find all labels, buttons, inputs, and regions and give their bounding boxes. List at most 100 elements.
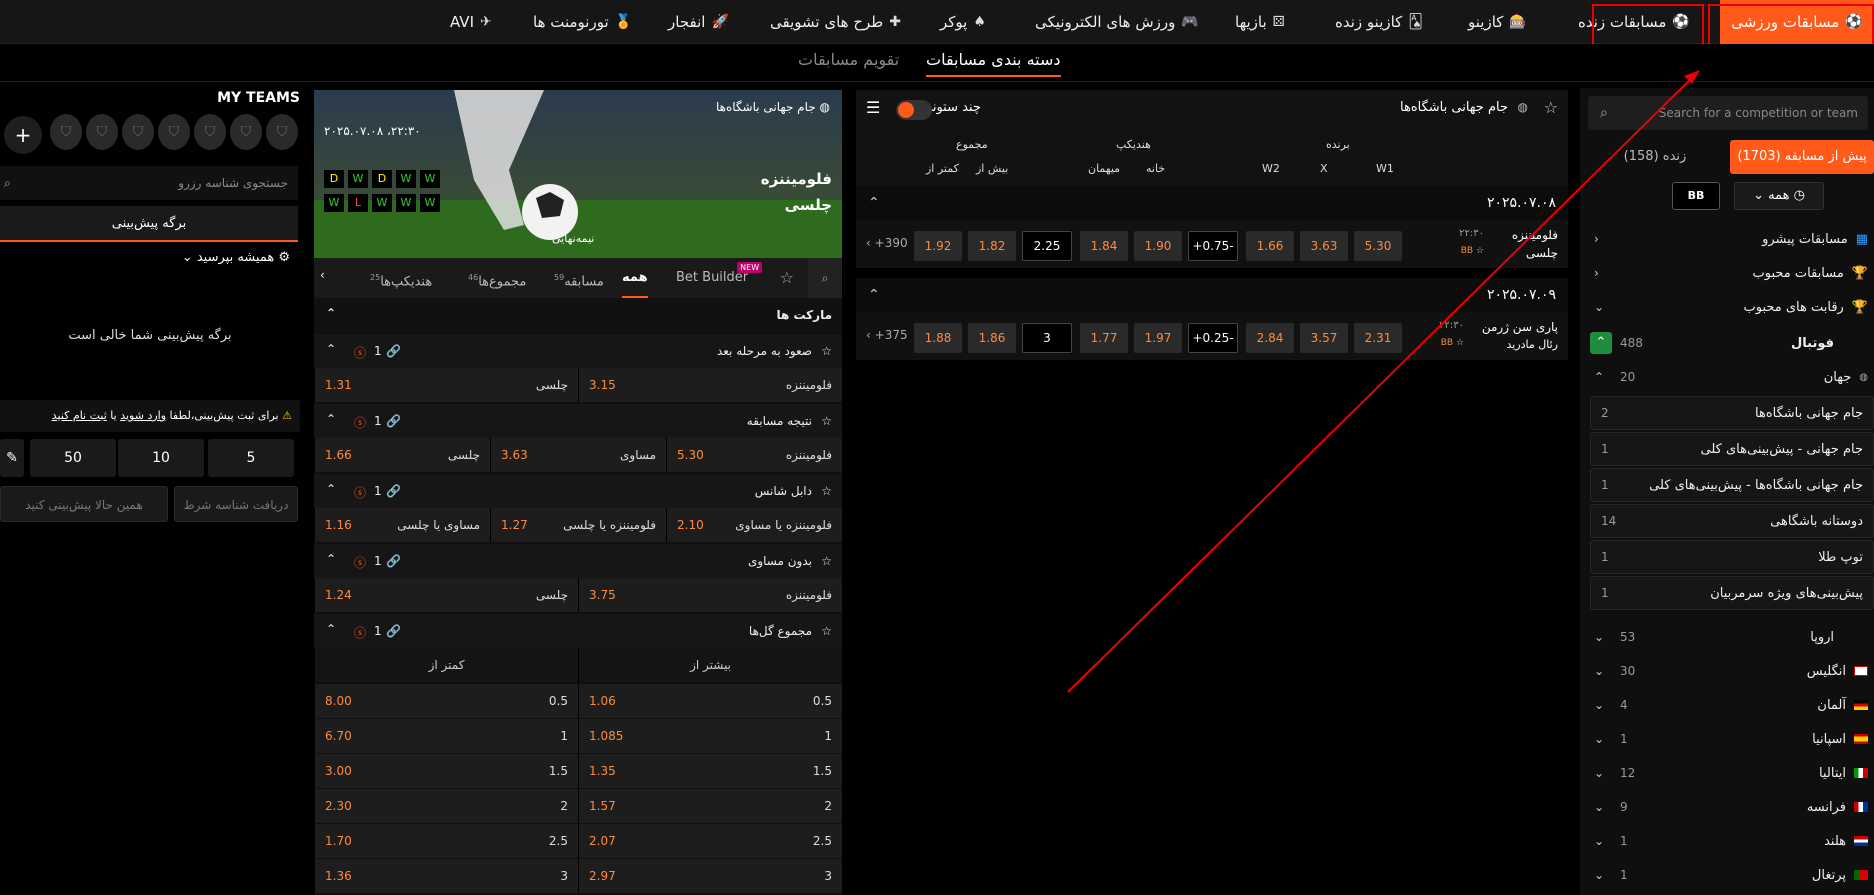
place-bet-button[interactable]: همین حالا پیش‌بینی کنید xyxy=(0,486,168,522)
shield-icon[interactable]: ⛉ xyxy=(194,114,226,150)
stake-preset-5[interactable]: 5 xyxy=(208,439,294,477)
odd-cell[interactable]: فلومیننزه 3.15 xyxy=(578,368,842,402)
odd-cell[interactable]: 1.5 3.00 xyxy=(314,754,578,788)
star-icon[interactable]: ☆ xyxy=(1544,98,1558,117)
login-link[interactable]: وارد شوید xyxy=(120,409,166,422)
list-item[interactable]: جام جهانی باشگاه‌ها 2 xyxy=(1590,396,1874,430)
star-icon[interactable]: ☆ xyxy=(1456,338,1464,348)
nav-crash[interactable]: 🚀 انفجار xyxy=(668,0,729,44)
nav-games[interactable]: ⚄ بازیها xyxy=(1235,0,1285,44)
odd-cell[interactable]: 3 1.36 xyxy=(314,859,578,893)
list-item[interactable]: توپ طلا 1 xyxy=(1590,540,1874,574)
register-link[interactable]: ثبت نام کنید xyxy=(52,409,107,422)
odd-cell[interactable]: چلسی 1.66 xyxy=(314,438,490,472)
tab-match[interactable]: مسابقه59 xyxy=(554,258,604,298)
tab-totals[interactable]: مجموع‌ها46 xyxy=(468,258,526,298)
sidebar-item-football[interactable]: فوتبال 488 ⌃ xyxy=(1580,326,1874,360)
stake-preset-10[interactable]: 10 xyxy=(118,439,204,477)
odd-under[interactable]: 1.92 xyxy=(914,231,962,261)
odd-over[interactable]: 1.82 xyxy=(968,231,1016,261)
sidebar-item-france[interactable]: فرانسه 9 ⌄ xyxy=(1580,790,1874,824)
odd-w1[interactable]: 2.31 xyxy=(1354,323,1402,353)
date-header[interactable]: ۲۰۲۵.۰۷.۰۸ ⌃ xyxy=(856,186,1568,220)
sidebar-item-popular-competitions[interactable]: 🏆 رقابت های محبوب ⌄ xyxy=(1580,290,1874,324)
nav-tournaments[interactable]: 🏅 تورنومنت ها xyxy=(533,0,632,44)
odd-home[interactable]: 1.90 xyxy=(1134,231,1182,261)
odd-cell[interactable]: 0.5 8.00 xyxy=(314,684,578,718)
odd-cell[interactable]: 1 1.085 xyxy=(578,719,842,753)
table-row[interactable]: پاری سن ژرمن رئال مادرید ۲۲:۳۰ BB ☆ 2.31… xyxy=(856,312,1568,360)
odd-over[interactable]: 1.86 xyxy=(968,323,1016,353)
multi-column-toggle[interactable] xyxy=(896,100,932,120)
odd-cell[interactable]: 2 2.30 xyxy=(314,789,578,823)
odd-cell[interactable]: 1.5 1.35 xyxy=(578,754,842,788)
odd-home[interactable]: 1.97 xyxy=(1134,323,1182,353)
nav-casino[interactable]: 🎰 کازینو xyxy=(1468,0,1527,44)
nav-live-casino[interactable]: 🂡 کازینو زنده xyxy=(1335,0,1423,44)
edit-stake-button[interactable]: ✎ xyxy=(0,439,24,477)
nav-avi[interactable]: ✈ AVI xyxy=(450,0,492,44)
stake-preset-50[interactable]: 50 xyxy=(30,439,116,477)
tab-match-calendar[interactable]: تقویم مسابقات xyxy=(798,50,899,75)
tab-live[interactable]: زنده (158) xyxy=(1580,140,1730,174)
odd-cell[interactable]: چلسی 1.31 xyxy=(314,368,578,402)
more-markets-link[interactable]: ‹ +390 xyxy=(866,236,908,250)
sidebar-item-spain[interactable]: اسپانیا 1 ⌄ xyxy=(1580,722,1874,756)
shield-icon[interactable]: ⛉ xyxy=(266,114,298,150)
odd-away[interactable]: 1.77 xyxy=(1080,323,1128,353)
odd-cell[interactable]: 2 1.57 xyxy=(578,789,842,823)
table-row[interactable]: فلومیننزه چلسی ۲۲:۳۰ BB ☆ 5.30 3.63 1.66… xyxy=(856,220,1568,268)
odd-away[interactable]: 1.84 xyxy=(1080,231,1128,261)
star-icon[interactable]: ☆ xyxy=(1476,246,1484,256)
sidebar-item-england[interactable]: انگلیس 30 ⌄ xyxy=(1580,654,1874,688)
nav-promotions[interactable]: ✚ طرح های تشویقی xyxy=(770,0,901,44)
booking-search-input[interactable]: جستجوی شناسه رزرو ⌕ xyxy=(0,166,298,200)
odd-cell[interactable]: 0.5 1.06 xyxy=(578,684,842,718)
tab-betslip[interactable]: برگه پیش‌بینی xyxy=(0,206,298,242)
chevron-left-icon[interactable]: ‹ xyxy=(320,268,325,282)
odd-cell[interactable]: فلومیننزه یا چلسی 1.27 xyxy=(490,508,666,542)
shield-icon[interactable]: ⛉ xyxy=(230,114,262,150)
tab-all[interactable]: همه xyxy=(622,258,648,298)
get-bet-id-button[interactable]: دریافت شناسه شرط xyxy=(174,486,298,522)
date-header[interactable]: ۲۰۲۵.۰۷.۰۹ ⌃ xyxy=(856,278,1568,312)
odd-cell[interactable]: 2.5 1.70 xyxy=(314,824,578,858)
tab-prematch[interactable]: پیش از مسابقه (1703) xyxy=(1730,140,1874,174)
odd-w2[interactable]: 2.84 xyxy=(1246,323,1294,353)
shield-icon[interactable]: ⛉ xyxy=(86,114,118,150)
time-filter-dropdown[interactable]: ◷ همه ⌄ xyxy=(1734,182,1824,210)
odd-w2[interactable]: 1.66 xyxy=(1246,231,1294,261)
markets-header[interactable]: مارکت ها ⌃ xyxy=(314,298,842,332)
star-icon[interactable]: ☆ xyxy=(821,484,832,498)
nav-poker[interactable]: ♠ پوکر xyxy=(940,0,986,44)
sidebar-item-popular-matches[interactable]: 🏆 مسابقات محبوب ‹ xyxy=(1580,256,1874,290)
list-item[interactable]: جام جهانی باشگاه‌ها - پیش‌بینی‌های کلی 1 xyxy=(1590,468,1874,502)
tab-bet-builder[interactable]: Bet Builder NEW xyxy=(676,258,763,298)
shield-icon[interactable]: ⛉ xyxy=(122,114,154,150)
odd-w1[interactable]: 5.30 xyxy=(1354,231,1402,261)
list-item[interactable]: پیش‌بینی‌های ویژه سرمربیان 1 xyxy=(1590,576,1874,610)
odd-cell[interactable]: فلومیننزه 5.30 xyxy=(666,438,842,472)
odd-cell[interactable]: 3 2.97 xyxy=(578,859,842,893)
market-header[interactable]: ☆ صعود به مرحله بعد ⌃ ⓢ 1 🔗 xyxy=(314,334,842,368)
odd-cell[interactable]: 2.5 2.07 xyxy=(578,824,842,858)
odd-cell[interactable]: مساوی 3.63 xyxy=(490,438,666,472)
sidebar-item-italy[interactable]: ایتالیا 12 ⌄ xyxy=(1580,756,1874,790)
star-icon[interactable]: ☆ xyxy=(780,268,794,287)
odd-cell[interactable]: فلومیننزه 3.75 xyxy=(578,578,842,612)
market-header[interactable]: ☆ نتیجه مسابقه ⌃ ⓢ 1 🔗 xyxy=(314,404,842,438)
odd-x[interactable]: 3.57 xyxy=(1300,323,1348,353)
sidebar-item-europe[interactable]: اروپا 53 ⌄ xyxy=(1580,620,1874,654)
odd-cell[interactable]: فلومیننزه یا مساوی 2.10 xyxy=(666,508,842,542)
tab-handicaps[interactable]: هندیکپ‌ها25 xyxy=(370,258,432,298)
search-icon[interactable]: ⌕ xyxy=(808,258,842,298)
odd-cell[interactable]: مساوی یا چلسی 1.16 xyxy=(314,508,490,542)
add-team-button[interactable]: + xyxy=(4,116,42,154)
chevron-up-icon[interactable]: ⌃ xyxy=(1590,332,1612,354)
market-header[interactable]: ☆ مجموع گل‌ها ⌃ ⓢ 1 🔗 xyxy=(314,614,842,648)
star-icon[interactable]: ☆ xyxy=(821,414,832,428)
bet-builder-filter[interactable]: BB xyxy=(1672,182,1720,210)
sidebar-item-upcoming[interactable]: ▦ مسابقات پیشرو ‹ xyxy=(1580,222,1874,256)
sidebar-item-world[interactable]: ◍ جهان 20 ⌃ xyxy=(1580,360,1874,394)
shield-icon[interactable]: ⛉ xyxy=(50,114,82,150)
